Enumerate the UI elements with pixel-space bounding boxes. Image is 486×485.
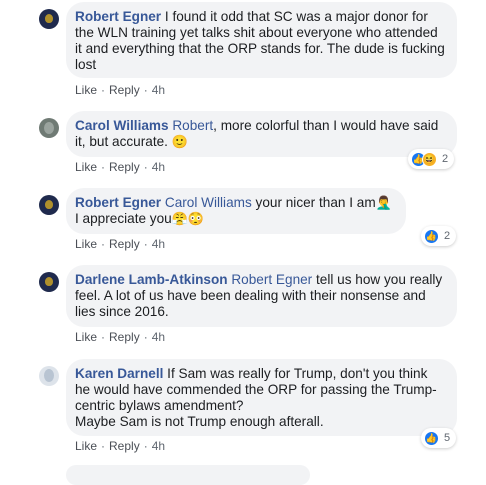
comment-text: your nicer than I am <box>251 195 376 210</box>
facepalm-emoji-icon: 🤦‍♂️ <box>375 195 392 210</box>
comment-actions: Like · Reply · 4h <box>75 160 165 174</box>
separator-dot: · <box>143 83 148 97</box>
comment-bubble: Robert Egner Carol Williams your nicer t… <box>66 188 406 234</box>
separator-dot: · <box>143 237 148 251</box>
avatar[interactable] <box>39 118 59 138</box>
like-icon: 👍 <box>424 228 439 244</box>
mention-tag[interactable]: Robert <box>172 118 213 133</box>
mention-tag[interactable]: Carol Williams <box>165 195 252 210</box>
separator-dot: · <box>143 160 148 174</box>
reply-link[interactable]: Reply <box>109 83 140 97</box>
like-link[interactable]: Like <box>75 237 97 251</box>
separator-dot: · <box>101 237 106 251</box>
comment-author[interactable]: Robert Egner <box>75 9 161 24</box>
timestamp[interactable]: 4h <box>152 83 165 97</box>
comment-actions: Like · Reply · 4h <box>75 237 165 251</box>
reaction-count: 2 <box>442 153 449 165</box>
comment-author[interactable]: Carol Williams <box>75 118 169 133</box>
reaction-count: 2 <box>444 230 451 242</box>
comment-bubble: Robert Egner I found it odd that SC was … <box>66 2 457 78</box>
smile-emoji-icon: 🙂 <box>171 134 188 149</box>
mention-tag[interactable]: Robert Egner <box>231 272 312 287</box>
comment-text-continued: I appreciate you <box>75 211 172 226</box>
like-link[interactable]: Like <box>75 330 97 344</box>
timestamp[interactable]: 4h <box>152 439 165 453</box>
comment-actions: Like · Reply · 4h <box>75 83 165 97</box>
comment-actions: Like · Reply · 4h <box>75 330 165 344</box>
separator-dot: · <box>143 439 148 453</box>
next-comment-bubble <box>66 465 310 485</box>
like-link[interactable]: Like <box>75 83 97 97</box>
comment-actions: Like · Reply · 4h <box>75 439 165 453</box>
avatar[interactable] <box>39 9 59 29</box>
reaction-summary[interactable]: 👍 5 <box>421 428 457 448</box>
avatar[interactable] <box>39 195 59 215</box>
comment-author[interactable]: Darlene Lamb-Atkinson <box>75 272 228 287</box>
reply-link[interactable]: Reply <box>109 160 140 174</box>
avatar[interactable] <box>39 366 59 386</box>
reply-link[interactable]: Reply <box>109 439 140 453</box>
separator-dot: · <box>101 330 106 344</box>
like-icon: 👍 <box>424 430 439 446</box>
reply-link[interactable]: Reply <box>109 330 140 344</box>
comment-bubble: Carol Williams Robert, more colorful tha… <box>66 111 457 157</box>
reply-link[interactable]: Reply <box>109 237 140 251</box>
timestamp[interactable]: 4h <box>152 237 165 251</box>
separator-dot: · <box>101 160 106 174</box>
timestamp[interactable]: 4h <box>152 160 165 174</box>
reaction-summary[interactable]: 👍 2 <box>421 226 457 246</box>
comment-author[interactable]: Karen Darnell <box>75 366 163 381</box>
emoji-pair-icon: 😤😳 <box>171 211 205 226</box>
comment-bubble: Karen Darnell If Sam was really for Trum… <box>66 359 457 436</box>
reaction-count: 5 <box>444 432 451 444</box>
timestamp[interactable]: 4h <box>152 330 165 344</box>
avatar[interactable] <box>39 272 59 292</box>
like-link[interactable]: Like <box>75 160 97 174</box>
comment-text-continued: Maybe Sam is not Trump enough afterall. <box>75 414 324 429</box>
separator-dot: · <box>101 439 106 453</box>
separator-dot: · <box>143 330 148 344</box>
comment-bubble: Darlene Lamb-Atkinson Robert Egner tell … <box>66 265 457 327</box>
comment-author[interactable]: Robert Egner <box>75 195 161 210</box>
like-link[interactable]: Like <box>75 439 97 453</box>
reaction-summary[interactable]: 👍 😆 2 <box>408 149 455 169</box>
haha-icon: 😆 <box>422 151 437 167</box>
separator-dot: · <box>101 83 106 97</box>
